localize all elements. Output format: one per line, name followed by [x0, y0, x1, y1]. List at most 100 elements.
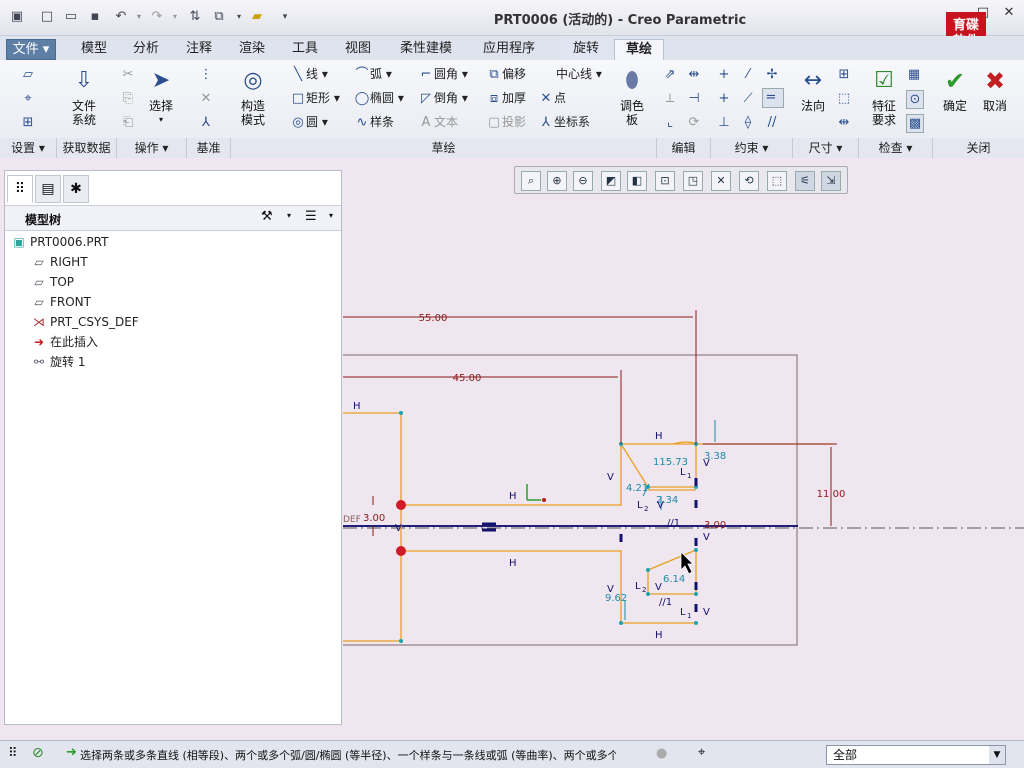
perimeter-button[interactable]: ⊞	[836, 66, 852, 83]
rotate-resize-button[interactable]: ⟳	[686, 114, 702, 131]
centerline-button[interactable]: 中心线 ▾	[556, 66, 602, 82]
favorites-tab-icon[interactable]: ✱	[63, 175, 89, 203]
dim-614[interactable]: 6.14	[663, 574, 685, 585]
refit-icon[interactable]: ⌕	[521, 171, 541, 191]
tree-item-front[interactable]: ▱ FRONT	[31, 292, 91, 312]
tab-tools[interactable]: 工具	[278, 39, 332, 60]
tab-model[interactable]: 模型	[68, 39, 120, 60]
overlap-geometry-button[interactable]: ▦	[906, 66, 922, 83]
show-navigator-icon[interactable]: ⠿	[8, 746, 18, 761]
chamfer-button[interactable]: ◸ 倒角 ▾	[418, 90, 468, 107]
tree-item-right[interactable]: ▱ RIGHT	[31, 252, 87, 272]
project-button[interactable]: ▢ 投影	[486, 114, 526, 131]
tab-sketch[interactable]: 草绘	[614, 39, 664, 60]
folder-browser-tab-icon[interactable]: ▤	[35, 175, 61, 203]
equal-constraint-button[interactable]: =	[762, 88, 784, 108]
redo-icon[interactable]: ↷	[148, 8, 166, 26]
customize-toolbar-icon[interactable]: ▾	[276, 8, 294, 26]
tree-item-part[interactable]: ▣ PRT0006.PRT	[11, 232, 108, 252]
repaint-icon[interactable]: ◩	[601, 171, 621, 191]
undo-icon[interactable]: ↶	[112, 8, 130, 26]
arc-button[interactable]: ⌒ 弧 ▾	[354, 66, 391, 83]
browser-toggle-icon[interactable]: ⊘	[32, 745, 44, 761]
tree-settings-icon[interactable]: ⚒	[261, 209, 273, 224]
sketch-view-button[interactable]: ⊞	[20, 114, 36, 131]
annotation-display-icon[interactable]: ⬚	[767, 171, 787, 191]
tree-columns-dropdown-icon[interactable]: ▾	[329, 211, 333, 220]
paste-button[interactable]: ⎗	[120, 114, 136, 131]
tree-item-top[interactable]: ▱ TOP	[31, 272, 74, 292]
divide-button[interactable]: ⟂	[662, 90, 678, 107]
tab-flexible-modeling[interactable]: 柔性建模	[388, 39, 464, 60]
palette-button[interactable]: ⬮ 调色 板	[614, 66, 650, 127]
tab-applications[interactable]: 应用程序	[470, 39, 548, 60]
mirror-button[interactable]: ⇹	[686, 66, 702, 83]
dim-45[interactable]: 45.00	[453, 373, 482, 384]
circle-button[interactable]: ◎ 圆 ▾	[290, 114, 328, 131]
spline-button[interactable]: ∿ 样条	[354, 114, 394, 131]
dim-55[interactable]: 55.00	[419, 313, 448, 324]
vertical-constraint-button[interactable]: +	[716, 66, 732, 83]
undo-dropdown-icon[interactable]: ▾	[130, 8, 148, 26]
coordsys-button[interactable]: ⅄ 坐标系	[538, 114, 590, 131]
group-dimension[interactable]: 尺寸 ▾	[792, 138, 858, 158]
datum-csys-button[interactable]: ⅄	[198, 114, 214, 131]
line-button[interactable]: ╲ 线 ▾	[290, 66, 328, 83]
sketch-point-upper[interactable]	[396, 500, 406, 510]
tab-render[interactable]: 渲染	[226, 39, 278, 60]
zoom-out-icon[interactable]: ⊖	[573, 171, 593, 191]
cancel-button[interactable]: ✖ 取消	[980, 66, 1010, 113]
datum-display-icon[interactable]: ✕	[711, 171, 731, 191]
datum-point-button[interactable]: ⋮	[198, 66, 214, 83]
spin-center-icon[interactable]: ⟲	[739, 171, 759, 191]
perpendicular-constraint-button[interactable]: ⊥	[716, 114, 732, 131]
normal-dimension-button[interactable]: ↔ 法向	[796, 66, 830, 113]
rectangle-button[interactable]: □ 矩形 ▾	[290, 90, 340, 107]
datum-point-x-button[interactable]: ✕	[198, 90, 214, 107]
display-style-icon[interactable]: ◧	[627, 171, 647, 191]
saved-views-icon[interactable]: ⊡	[655, 171, 675, 191]
save-icon[interactable]: ▪	[86, 8, 104, 26]
select-button[interactable]: ➤ 选择 ▾	[144, 66, 178, 127]
tab-revolve[interactable]: 旋转	[560, 39, 612, 60]
tab-annotate[interactable]: 注释	[172, 39, 226, 60]
windows-icon[interactable]: ⧉	[210, 8, 228, 26]
tree-columns-icon[interactable]: ☰	[305, 209, 317, 224]
close-button[interactable]: ✕	[998, 2, 1020, 24]
regenerate-icon[interactable]: ⇅	[186, 8, 204, 26]
group-inspect[interactable]: 检查 ▾	[858, 138, 932, 158]
reference-dim-button[interactable]: ⬚	[836, 90, 852, 107]
filter-dropdown-icon[interactable]: ▼	[989, 746, 1005, 764]
windows-dropdown-icon[interactable]: ▾	[230, 8, 248, 26]
coincident-constraint-button[interactable]: ⟋	[740, 90, 756, 107]
text-button[interactable]: A 文本	[418, 114, 458, 131]
sketch-point-lower[interactable]	[396, 546, 406, 556]
delete-segment-button[interactable]: ⊣	[686, 90, 702, 107]
constraint-display-icon[interactable]: ⇲	[821, 171, 841, 191]
tree-item-csys[interactable]: ⋊ PRT_CSYS_DEF	[31, 312, 139, 332]
offset-button[interactable]: ⧉ 偏移	[486, 66, 526, 83]
group-constrain[interactable]: 约束 ▾	[710, 138, 792, 158]
tab-view[interactable]: 视图	[332, 39, 384, 60]
tab-file[interactable]: 文件 ▾	[6, 39, 56, 60]
cut-button[interactable]: ✂	[120, 66, 136, 83]
midpoint-constraint-button[interactable]: ✢	[764, 66, 780, 83]
sketch-view-icon[interactable]: ◳	[683, 171, 703, 191]
tab-analysis[interactable]: 分析	[120, 39, 172, 60]
group-operations[interactable]: 操作 ▾	[116, 138, 186, 158]
copy-button[interactable]: ⎘	[120, 90, 136, 107]
tree-settings-dropdown-icon[interactable]: ▾	[287, 211, 291, 220]
zoom-in-icon[interactable]: ⊕	[547, 171, 567, 191]
fillet-button[interactable]: ⌐ 圆角 ▾	[418, 66, 468, 83]
model-tree-tab-icon[interactable]: ⠿	[7, 175, 33, 203]
redo-dropdown-icon[interactable]: ▾	[166, 8, 184, 26]
corner-button[interactable]: ⌞	[662, 114, 678, 131]
parallel-constraint-button[interactable]: //	[764, 114, 780, 131]
construction-mode-button[interactable]: ◎ 构造 模式	[236, 66, 270, 127]
tangent-constraint-button[interactable]: ⁄	[740, 66, 756, 83]
point-button[interactable]: ✕ 点	[538, 90, 566, 107]
dim-3-right[interactable]: 3.00	[704, 520, 726, 531]
file-system-button[interactable]: ⇩ 文件 系统	[62, 66, 106, 127]
open-folder-icon[interactable]: ▭	[62, 8, 80, 26]
dim-3-left[interactable]: 3.00	[363, 513, 385, 524]
